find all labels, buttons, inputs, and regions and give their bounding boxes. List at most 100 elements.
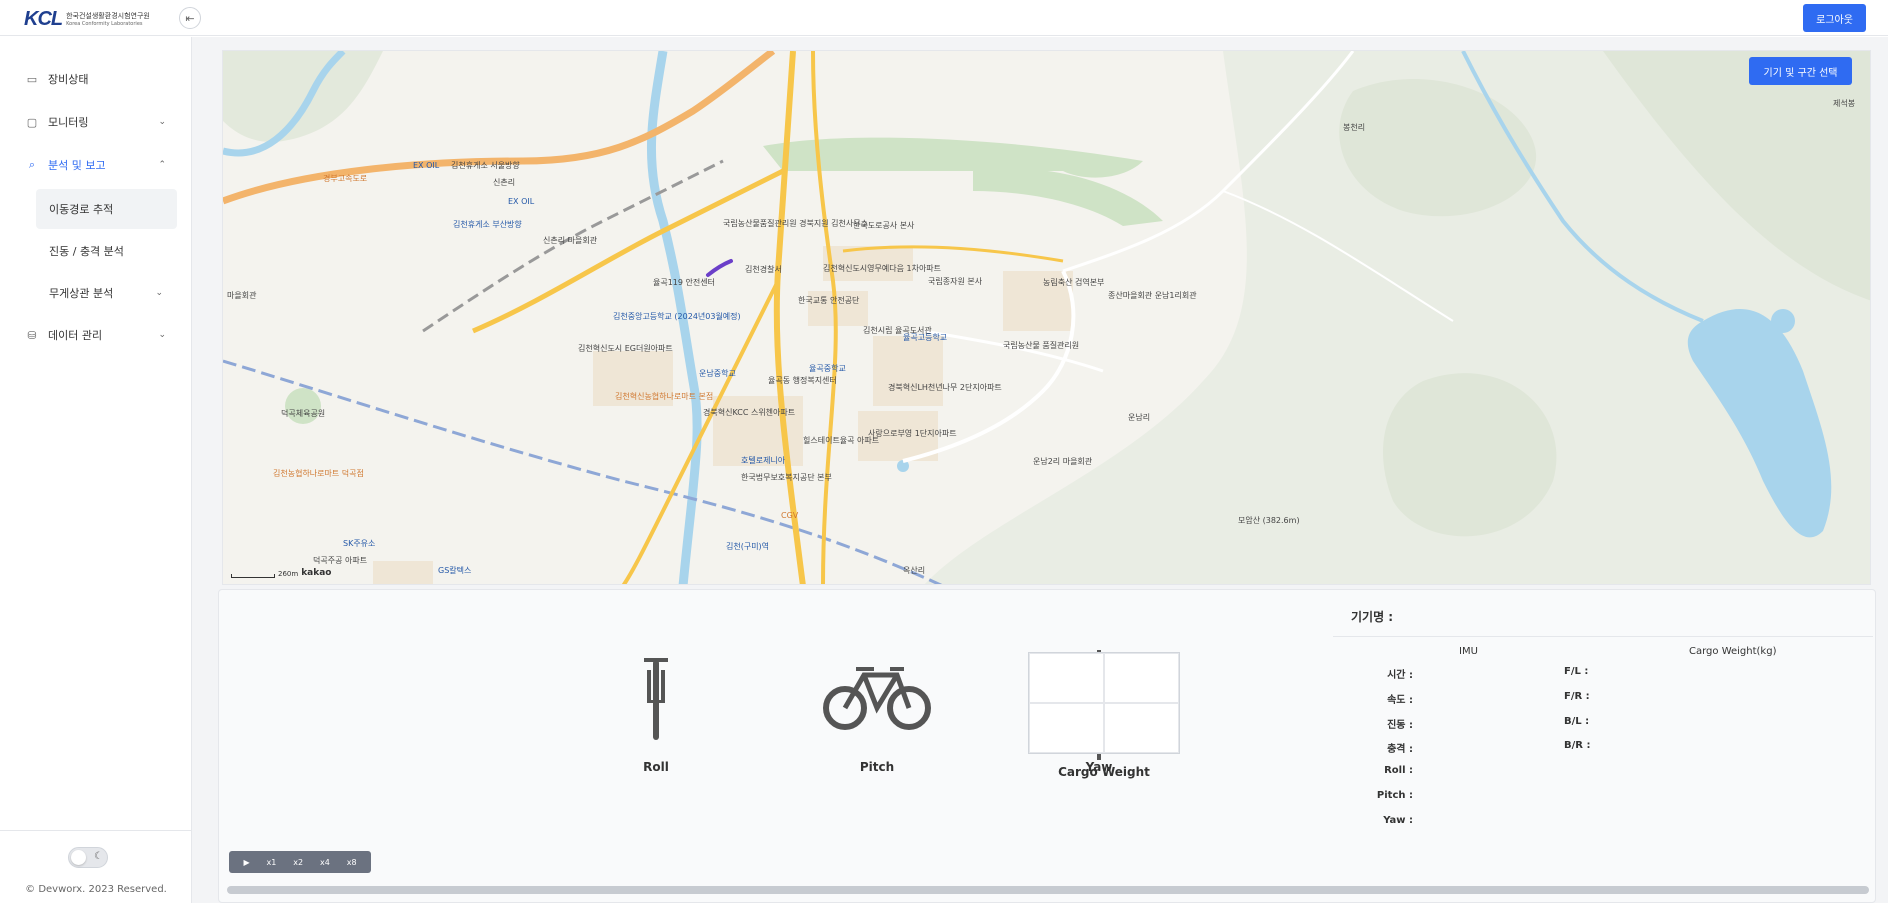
sidebar: ▭ 장비상태 ▢ 모니터링 ⌄ ⌕ 분석 및 보고 ⌃ 이동경로 추적 진동 /… xyxy=(0,37,192,903)
chevron-down-icon: ⌄ xyxy=(158,117,166,127)
sidebar-subitem-vibration-analysis[interactable]: 진동 / 충격 분석 xyxy=(36,231,177,271)
chevron-down-icon: ⌄ xyxy=(155,288,163,298)
map-label: 김천혁신농협하나로마트 본점 xyxy=(615,392,714,401)
sidebar-footer: ☾ © Devworx. 2023 Reserved. xyxy=(0,830,192,903)
moon-icon: ☾ xyxy=(94,851,103,862)
copyright: © Devworx. 2023 Reserved. xyxy=(25,884,167,895)
map-label: 모암산 (382.6m) xyxy=(1238,516,1300,525)
map-label: 종산마을회관 운남1리회관 xyxy=(1108,291,1197,300)
speed-x1-button[interactable]: x1 xyxy=(267,858,277,867)
kakao-logo: kakao xyxy=(301,568,332,578)
roll-indicator: Roll xyxy=(581,650,731,774)
sidebar-item-label: 분석 및 보고 xyxy=(48,159,106,172)
cargo-row-fl: F/L : xyxy=(1564,666,1589,677)
cargo-row-br: B/R : xyxy=(1564,740,1591,751)
speed-x4-button[interactable]: x4 xyxy=(320,858,330,867)
map-label: 봉천리 xyxy=(1343,123,1366,132)
speed-x8-button[interactable]: x8 xyxy=(347,858,357,867)
playback-controls: ▶ x1 x2 x4 x8 xyxy=(229,851,371,873)
map-label: 율곡중학교 xyxy=(809,364,846,373)
map-label: 율곡고등학교 xyxy=(903,333,948,342)
select-device-section-button[interactable]: 기기 및 구간 선택 xyxy=(1749,57,1852,85)
playback-progress-bar[interactable] xyxy=(227,886,1869,894)
bike-front-icon xyxy=(644,658,668,740)
imu-row-time: 시간 : xyxy=(1387,670,1413,681)
map-label: SK주유소 xyxy=(343,539,376,548)
collapse-icon: ⇤ xyxy=(185,11,195,25)
sidebar-subitem-label: 이동경로 추적 xyxy=(49,203,114,216)
toggle-knob xyxy=(71,850,86,865)
imu-row-yaw: Yaw : xyxy=(1383,815,1413,826)
map-label: EX OIL xyxy=(508,197,535,206)
cargo-cell-fr xyxy=(1104,653,1179,703)
map-canvas xyxy=(223,51,1870,584)
map-label: 국립농산물품질관리원 경북지원 김천사무소 xyxy=(723,219,868,228)
cargo-cell-br xyxy=(1104,703,1179,753)
map-label: 덕곡체육공원 xyxy=(281,409,326,418)
map-label: 운남2리 마을회관 xyxy=(1033,457,1093,466)
sidebar-subitem-label: 진동 / 충격 분석 xyxy=(49,245,124,258)
map-label: 덕곡주공 아파트 xyxy=(313,556,368,565)
sidebar-subitem-route-tracking[interactable]: 이동경로 추적 xyxy=(36,189,177,229)
sidebar-item-monitoring[interactable]: ▢ 모니터링 ⌄ xyxy=(24,109,170,135)
map-label: 운남중학교 xyxy=(699,369,736,378)
cargo-row-bl: B/L : xyxy=(1564,716,1590,727)
map-label: 호텔로제니아 xyxy=(741,456,786,465)
device-icon: ▭ xyxy=(26,72,38,86)
sidebar-item-label: 모니터링 xyxy=(48,116,89,129)
cargo-weight-header: Cargo Weight(kg) xyxy=(1689,646,1777,657)
sidebar-item-device-status[interactable]: ▭ 장비상태 xyxy=(24,66,170,92)
map-label: 국립종자원 본사 xyxy=(928,277,983,286)
map-label: 한국법무보호복지공단 본부 xyxy=(741,473,832,482)
map-label: 김천(구미)역 xyxy=(726,542,770,551)
play-button[interactable]: ▶ xyxy=(243,858,249,867)
map-label: 김천중앙고등학교 (2024년03월예정) xyxy=(613,312,741,321)
map-label: 김천농협하나로마트 덕곡점 xyxy=(273,469,364,478)
map-label: 운남리 xyxy=(1128,413,1151,422)
roll-label: Roll xyxy=(643,760,669,774)
map-label: 김천경찰서 xyxy=(745,265,782,274)
theme-toggle[interactable]: ☾ xyxy=(68,847,108,868)
bike-side-icon xyxy=(823,667,931,730)
cargo-weight-grid xyxy=(1028,652,1180,754)
device-name-label: 기기명 : xyxy=(1351,610,1394,624)
map-label: EX OIL xyxy=(413,161,440,170)
sensor-panel: Roll Pitch Yaw Cargo Weight 기기명 : IMU Ca… xyxy=(218,589,1876,903)
speed-x2-button[interactable]: x2 xyxy=(293,858,303,867)
sidebar-item-analysis[interactable]: ⌕ 분석 및 보고 ⌃ xyxy=(24,152,170,178)
map-label: 신촌리 xyxy=(493,178,516,187)
sidebar-item-data-management[interactable]: ⛁ 데이터 관리 ⌄ xyxy=(24,322,170,348)
map-label: 김천휴게소 서울방향 xyxy=(451,161,520,170)
map-label: 마을회관 xyxy=(227,291,257,300)
map-label: 농림축산 검역본부 xyxy=(1043,278,1105,287)
imu-header: IMU xyxy=(1459,646,1478,657)
sidebar-subitem-weight-analysis[interactable]: 무게상관 분석 ⌄ xyxy=(36,273,177,313)
map-label: 김천혁신도시 EG더원아파트 xyxy=(578,344,673,353)
scale-label: 260m xyxy=(278,570,299,578)
kcl-logo[interactable]: KCL 한국건설생활환경시험연구원 Korea Conformity Labor… xyxy=(24,8,150,31)
map-label: 경북혁신LH천년나무 2단지아파트 xyxy=(888,383,1002,392)
sidebar-item-label: 장비상태 xyxy=(48,73,89,86)
map-label: 율곡동 행정복지센터 xyxy=(768,376,837,385)
map-label: 사랑으로부영 1단지아파트 xyxy=(868,429,957,438)
chevron-down-icon: ⌄ xyxy=(158,330,166,340)
map-label: 한국교통 안전공단 xyxy=(798,296,860,305)
imu-row-vibration: 진동 : xyxy=(1387,720,1413,731)
cargo-row-fr: F/R : xyxy=(1564,691,1590,702)
imu-row-roll: Roll : xyxy=(1384,765,1413,776)
map-label: 옥산리 xyxy=(903,566,926,575)
sidebar-subitem-label: 무게상관 분석 xyxy=(49,287,114,300)
map-scale: 260m kakao xyxy=(231,568,332,578)
imu-row-pitch: Pitch : xyxy=(1376,790,1413,801)
pitch-label: Pitch xyxy=(859,760,895,774)
logout-button[interactable]: 로그아웃 xyxy=(1803,4,1866,32)
map-label: 국립농산물 품질관리원 xyxy=(1003,341,1080,350)
collapse-sidebar-button[interactable]: ⇤ xyxy=(179,7,201,29)
map-label: 경북혁신KCC 스위첸아파트 xyxy=(703,408,796,417)
map-label: 신촌리 마을회관 xyxy=(543,236,598,245)
top-bar: KCL 한국건설생활환경시험연구원 Korea Conformity Labor… xyxy=(0,0,1888,36)
map-label: GS칼텍스 xyxy=(438,566,472,575)
map-view[interactable]: 경부고속도로 김천휴게소 서울방향 EX OIL EX OIL 신촌리 김천휴게… xyxy=(222,50,1871,585)
logo-text-en: Korea Conformity Laboratories xyxy=(66,20,143,27)
cargo-cell-fl xyxy=(1029,653,1104,703)
